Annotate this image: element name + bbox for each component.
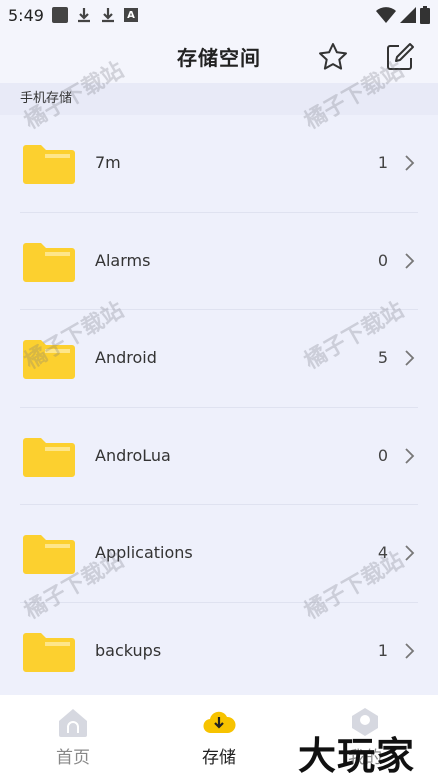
edit-icon[interactable]: [385, 42, 415, 72]
chevron-right-icon: [405, 155, 415, 171]
chevron-right-icon: [405, 642, 415, 659]
folder-count: 1: [377, 153, 388, 172]
folder-icon: [23, 145, 75, 184]
folder-icon: [23, 632, 75, 672]
folder-name: AndroLua: [95, 445, 171, 465]
page-title: 存储空间: [177, 46, 261, 70]
folder-icon: [23, 242, 75, 282]
folder-icon: [23, 535, 75, 574]
status-time: 5:49: [8, 5, 44, 25]
folder-name: Android: [95, 348, 157, 367]
app-notification-icon: A: [123, 8, 138, 22]
list-item[interactable]: AndroLua 0: [0, 408, 438, 505]
section-label: 手机存储: [0, 83, 438, 115]
list-item[interactable]: Android 5: [0, 310, 438, 408]
folder-list: 7m 1 Alarms 0 Android 5 AndroLua 0 Appli…: [0, 115, 438, 700]
list-item[interactable]: backups 1: [0, 603, 438, 701]
chevron-right-icon: [405, 545, 415, 561]
status-right-icons: [376, 6, 430, 24]
nav-storage-label: 存储: [202, 748, 236, 768]
nav-home[interactable]: 首页: [33, 705, 113, 768]
folder-count: 0: [377, 445, 388, 465]
download-icon: [76, 7, 92, 23]
cloud-download-icon: [203, 711, 236, 734]
home-icon: [59, 709, 87, 737]
folder-name: 7m: [95, 153, 121, 172]
list-item[interactable]: 7m 1: [0, 115, 438, 213]
chevron-right-icon: [405, 447, 415, 464]
wifi-icon: [376, 7, 396, 23]
folder-count: 4: [377, 543, 388, 562]
folder-name: backups: [95, 640, 162, 660]
chevron-right-icon: [405, 350, 415, 366]
notification-square-icon: [51, 7, 68, 23]
app-header: 存储空间: [0, 30, 438, 83]
star-icon[interactable]: [318, 42, 348, 72]
list-item[interactable]: Applications 4: [0, 505, 438, 603]
signal-icon: [400, 7, 416, 23]
folder-icon: [23, 437, 75, 477]
battery-icon: [420, 6, 430, 24]
chevron-right-icon: [405, 252, 415, 269]
folder-count: 5: [377, 348, 388, 367]
status-bar: 5:49 A: [0, 0, 438, 30]
folder-count: 1: [377, 640, 388, 660]
status-notification-icons: A: [51, 7, 138, 23]
folder-name: Applications: [95, 543, 193, 562]
folder-name: Alarms: [95, 250, 151, 270]
nav-storage[interactable]: 存储: [179, 705, 259, 768]
list-item[interactable]: Alarms 0: [0, 213, 438, 310]
nav-home-label: 首页: [56, 748, 90, 768]
brand-logo: 大玩家: [298, 733, 416, 778]
folder-icon: [23, 340, 75, 379]
download-icon: [100, 7, 116, 23]
folder-count: 0: [377, 250, 388, 270]
